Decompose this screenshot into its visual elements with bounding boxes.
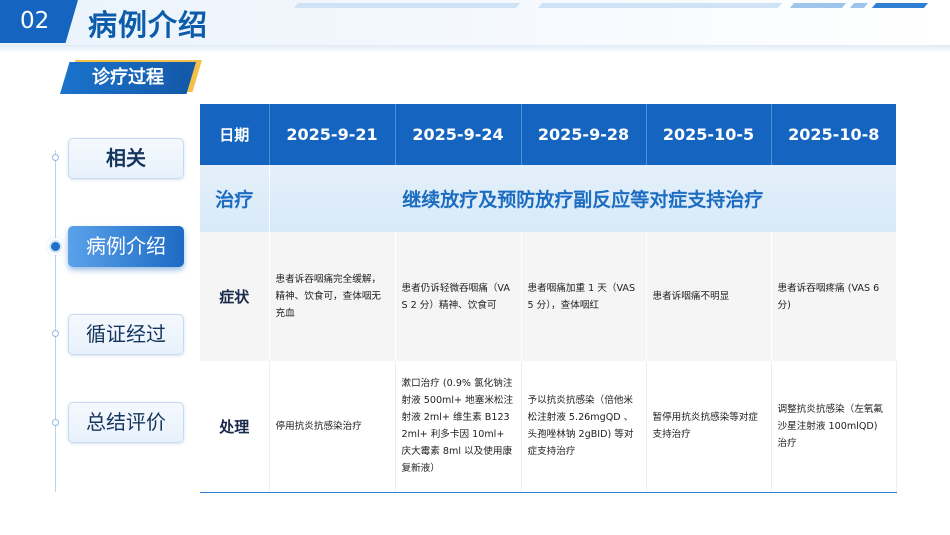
table-cell: 患者咽痛加重 1 天（VAS5 分），查体咽红 — [521, 232, 647, 361]
header-shadow — [0, 45, 950, 53]
nav-dot-active — [49, 240, 62, 253]
row-label-symptoms: 症状 — [200, 232, 270, 361]
table-cell: 患者诉咽痛不明显 — [646, 232, 772, 361]
table-header-row: 日期 2025-9-21 2025-9-24 2025-9-28 2025-10… — [200, 104, 896, 165]
header-decoration — [293, 3, 521, 8]
table-row-management: 处理 停用抗炎抗感染治疗 漱口治疗 (0.9% 氯化钠注射液 500ml+ 地塞… — [200, 361, 897, 493]
column-header: 2025-10-5 — [646, 104, 772, 165]
subtitle-label: 诊疗过程 — [60, 62, 196, 94]
table-row-treatment: 治疗 继续放疗及预防放疗副反应等对症支持治疗 — [200, 165, 896, 232]
nav-item-summary[interactable]: 总结评价 — [68, 402, 184, 443]
column-header: 2025-9-28 — [521, 104, 647, 165]
column-header: 2025-9-24 — [395, 104, 522, 165]
nav-item-evidence[interactable]: 循证经过 — [68, 314, 184, 355]
table-cell: 患者仍诉轻微吞咽痛（VAS 2 分）精神、饮食可 — [395, 232, 522, 361]
treatment-value: 继续放疗及预防放疗副反应等对症支持治疗 — [269, 165, 896, 232]
section-subtitle: 诊疗过程 — [60, 60, 202, 94]
nav-dot — [52, 419, 59, 426]
column-header-date: 日期 — [200, 104, 270, 165]
table-cell: 暂停用抗炎抗感染等对症支持治疗 — [646, 361, 772, 493]
column-header: 2025-10-8 — [771, 104, 896, 165]
table-cell: 予以抗炎抗感染（倍他米松注射液 5.26mgQD 、头孢唑林钠 2gBID) 等… — [521, 361, 647, 493]
nav-item-case-intro[interactable]: 病例介绍 — [68, 226, 184, 267]
row-label-management: 处理 — [200, 361, 270, 493]
nav-dot — [52, 154, 59, 161]
page-title: 病例介绍 — [88, 8, 209, 42]
table-cell: 调整抗炎抗感染（左氧氟沙星注射液 100mlQD) 治疗 — [771, 361, 897, 493]
treatment-timeline-table: 日期 2025-9-21 2025-9-24 2025-9-28 2025-10… — [200, 104, 897, 493]
nav-dot — [52, 330, 59, 337]
header-decoration — [871, 3, 929, 8]
row-label-treatment: 治疗 — [200, 165, 270, 232]
nav-timeline — [55, 150, 56, 492]
table-cell: 漱口治疗 (0.9% 氯化钠注射液 500ml+ 地塞米松注射液 2ml+ 维生… — [395, 361, 522, 493]
table-row-symptoms: 症状 患者诉吞咽痛完全缓解，精神、饮食可，查体咽无充血 患者仍诉轻微吞咽痛（VA… — [200, 232, 897, 361]
header-decoration — [789, 3, 847, 8]
nav-item-related[interactable]: 相关 — [68, 138, 184, 179]
section-number: 02 — [0, 0, 78, 43]
table-cell: 患者诉吞咽痛完全缓解，精神、饮食可，查体咽无充血 — [269, 232, 396, 361]
table-cell: 停用抗炎抗感染治疗 — [269, 361, 396, 493]
table-cell: 患者诉吞咽疼痛 (VAS 6 分) — [771, 232, 897, 361]
header-decoration — [537, 3, 783, 8]
column-header: 2025-9-21 — [269, 104, 396, 165]
